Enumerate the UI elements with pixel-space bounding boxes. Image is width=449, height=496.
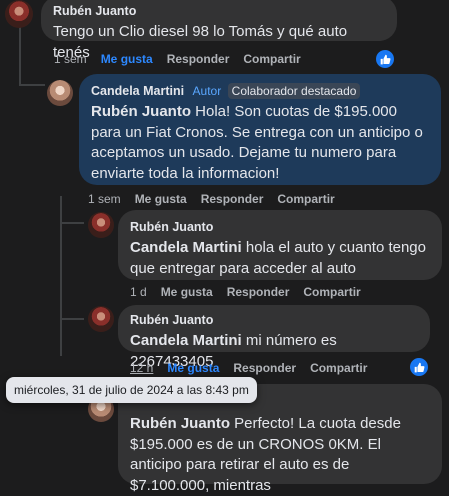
- comment-author[interactable]: Rubén Juanto: [53, 4, 136, 18]
- like-button[interactable]: Me gusta: [167, 361, 219, 375]
- comment-text: Rubén Juanto Hola! Son cuotas de $195.00…: [91, 102, 429, 184]
- timestamp-tooltip: miércoles, 31 de julio de 2024 a las 8:4…: [6, 377, 257, 403]
- avatar[interactable]: [5, 0, 33, 28]
- like-reaction-icon[interactable]: [408, 356, 430, 378]
- comment-text: Rubén Juanto Perfecto! La cuota desde $1…: [130, 414, 430, 496]
- thread-line: [19, 24, 21, 84]
- comment-author[interactable]: Rubén Juanto: [130, 313, 213, 327]
- comment-author[interactable]: Candela Martini: [91, 84, 184, 98]
- like-button[interactable]: Me gusta: [161, 285, 213, 299]
- comment-author[interactable]: Rubén Juanto: [130, 220, 213, 234]
- comment-actions: 1 d Me gusta Responder Compartir: [130, 285, 375, 299]
- reply-button[interactable]: Responder: [167, 52, 230, 66]
- comment-text: Candela Martini hola el auto y cuanto te…: [130, 238, 430, 279]
- mention-link[interactable]: Rubén Juanto: [91, 103, 191, 120]
- share-button[interactable]: Compartir: [310, 361, 367, 375]
- thread-line: [60, 196, 62, 356]
- comment-bubble: Rubén Juanto Candela Martini hola el aut…: [118, 210, 442, 280]
- like-button[interactable]: Me gusta: [101, 52, 153, 66]
- avatar[interactable]: [47, 80, 73, 106]
- thread-line: [19, 84, 45, 86]
- share-button[interactable]: Compartir: [243, 52, 300, 66]
- share-button[interactable]: Compartir: [277, 192, 334, 206]
- comment-actions: 1 sem Me gusta Responder Compartir: [88, 192, 349, 206]
- author-badge: Autor: [192, 84, 222, 98]
- thread-line: [60, 222, 84, 224]
- mention-link[interactable]: Candela Martini: [130, 239, 242, 256]
- thread-line: [60, 318, 84, 320]
- like-button[interactable]: Me gusta: [135, 192, 187, 206]
- reply-button[interactable]: Responder: [201, 192, 264, 206]
- mention-link[interactable]: Candela Martini: [130, 332, 242, 349]
- reply-button[interactable]: Responder: [233, 361, 296, 375]
- reply-button[interactable]: Responder: [227, 285, 290, 299]
- comment-bubble: Rubén Juanto Candela Martini mi número e…: [118, 305, 430, 370]
- comment-time[interactable]: 1 d: [130, 285, 147, 299]
- share-button[interactable]: Compartir: [303, 285, 360, 299]
- comment-bubble: Candela Martini Autor Colaborador destac…: [79, 74, 441, 185]
- comment-header: Candela Martini Autor Colaborador destac…: [91, 82, 429, 100]
- comment-time[interactable]: 1 sem: [88, 192, 121, 206]
- comment-time[interactable]: 1 sem: [54, 52, 87, 66]
- mention-link[interactable]: Rubén Juanto: [130, 415, 230, 432]
- like-reaction-icon[interactable]: [374, 48, 396, 70]
- avatar[interactable]: [88, 212, 114, 238]
- avatar[interactable]: [88, 306, 114, 332]
- comment-bubble: Rubén Juanto Tengo un Clio diesel 98 lo …: [41, 0, 397, 61]
- comment-actions: 12 h Me gusta Responder Compartir: [130, 361, 381, 375]
- collaborator-badge: Colaborador destacado: [227, 83, 361, 99]
- comment-time[interactable]: 12 h: [130, 361, 153, 375]
- comment-actions: 1 sem Me gusta Responder Compartir: [54, 52, 315, 66]
